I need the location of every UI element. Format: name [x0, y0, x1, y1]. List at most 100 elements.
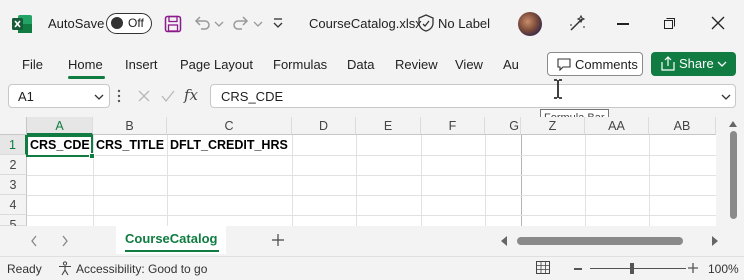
share-label: Share — [679, 56, 714, 71]
ibeam-cursor-icon — [554, 79, 562, 99]
customize-icon[interactable] — [272, 15, 284, 31]
accessibility-icon[interactable] — [58, 261, 72, 276]
gridline — [27, 155, 717, 156]
row-header-1[interactable]: 1 — [0, 135, 27, 155]
undo-dropdown-icon[interactable] — [214, 14, 224, 32]
active-tab-indicator — [68, 76, 105, 79]
column-header-z[interactable]: Z — [521, 117, 585, 135]
close-icon[interactable] — [711, 16, 725, 30]
comments-button[interactable]: Comments — [547, 52, 643, 76]
zoom-slider[interactable] — [590, 268, 686, 269]
column-header-g[interactable]: G — [485, 117, 521, 135]
row-header-2[interactable]: 2 — [0, 155, 27, 175]
scroll-right-icon[interactable] — [711, 235, 719, 247]
column-header-aa[interactable]: AA — [585, 117, 649, 135]
column-header-c[interactable]: C — [167, 117, 292, 135]
avatar[interactable] — [518, 12, 542, 36]
tab-formulas[interactable]: Formulas — [273, 57, 327, 72]
formula-input[interactable]: CRS_CDE — [210, 84, 736, 108]
zoom-level[interactable]: 100% — [708, 262, 739, 276]
autosave-label: AutoSave — [48, 16, 105, 31]
row-header-4[interactable]: 4 — [0, 195, 27, 215]
active-cell-outline — [26, 135, 93, 157]
expand-formula-icon[interactable] — [721, 91, 731, 103]
vertical-scroll-thumb[interactable] — [730, 131, 737, 219]
tab-view[interactable]: View — [455, 57, 483, 72]
tab-review[interactable]: Review — [395, 57, 438, 72]
formula-value: CRS_CDE — [221, 89, 284, 104]
sheet-tab-bar: CourseCatalog — [0, 226, 744, 256]
row-header-3[interactable]: 3 — [0, 175, 27, 195]
comment-icon — [557, 58, 571, 71]
worksheet-grid: A B C D E F G Z AA AB 1 2 3 4 5 CRS_CDE … — [0, 117, 744, 232]
shield-icon[interactable] — [418, 14, 434, 32]
maximize-icon[interactable] — [664, 18, 675, 29]
cell-c1[interactable]: DFLT_CREDIT_HRS — [167, 136, 292, 155]
save-icon[interactable] — [164, 15, 182, 33]
tab-file[interactable]: File — [22, 57, 43, 72]
column-header-ab[interactable]: AB — [649, 117, 716, 135]
status-bar: Ready Accessibility: Good to go 100% — [0, 256, 744, 280]
comments-label: Comments — [575, 57, 638, 72]
document-title[interactable]: CourseCatalog.xlsx — [309, 16, 422, 31]
name-box[interactable]: A1 — [8, 84, 110, 108]
name-box-value: A1 — [18, 89, 34, 104]
copilot-icon[interactable] — [566, 13, 588, 35]
scroll-left-icon[interactable] — [500, 235, 508, 247]
horizontal-scroll-thumb[interactable] — [517, 237, 683, 245]
chevron-left-icon[interactable] — [30, 235, 38, 247]
cancel-icon[interactable] — [137, 89, 151, 103]
insert-function-icon[interactable]: fx — [184, 86, 198, 104]
redo-dropdown-icon[interactable] — [253, 14, 263, 32]
gridline — [27, 175, 717, 176]
column-header-a[interactable]: A — [27, 117, 93, 135]
tab-home[interactable]: Home — [68, 57, 103, 72]
active-sheet-indicator — [125, 250, 219, 252]
tab-insert[interactable]: Insert — [125, 57, 158, 72]
gridline — [27, 215, 717, 216]
chevron-down-icon[interactable] — [94, 91, 104, 103]
tab-page-layout[interactable]: Page Layout — [180, 57, 253, 72]
sheet-tab-label: CourseCatalog — [125, 231, 218, 246]
gridline — [585, 135, 586, 226]
select-all-corner[interactable] — [0, 117, 27, 135]
minimize-icon[interactable] — [617, 23, 629, 25]
vertical-scrollbar[interactable] — [716, 117, 744, 226]
zoom-out-icon[interactable] — [574, 268, 582, 270]
tab-data[interactable]: Data — [347, 57, 374, 72]
normal-view-icon[interactable] — [536, 261, 550, 274]
redo-icon[interactable] — [232, 14, 250, 32]
share-button[interactable]: Share — [651, 52, 736, 76]
column-header-b[interactable]: B — [93, 117, 167, 135]
share-icon — [661, 56, 675, 71]
excel-logo-icon — [12, 15, 32, 33]
frozen-split-line — [521, 135, 522, 226]
more-options-icon[interactable] — [116, 88, 122, 104]
autosave-state: Off — [128, 16, 144, 30]
accessibility-status[interactable]: Accessibility: Good to go — [76, 262, 207, 276]
sensitivity-label[interactable]: No Label — [438, 16, 490, 31]
title-bar: AutoSave Off CourseCatalog.xlsx No Label — [0, 0, 744, 48]
autosave-toggle[interactable]: Off — [106, 13, 152, 34]
gridline — [485, 135, 486, 226]
enter-icon[interactable] — [161, 89, 175, 103]
zoom-slider-thumb[interactable] — [630, 263, 634, 274]
toggle-knob — [111, 17, 123, 29]
gridline — [27, 195, 717, 196]
column-header-f[interactable]: F — [421, 117, 485, 135]
add-sheet-icon[interactable] — [271, 233, 285, 247]
gridline — [421, 135, 422, 226]
zoom-in-icon[interactable] — [688, 263, 698, 273]
chevron-right-icon[interactable] — [61, 235, 69, 247]
undo-icon[interactable] — [193, 14, 211, 32]
fill-handle[interactable] — [89, 153, 95, 159]
tab-automate[interactable]: Au — [503, 57, 519, 72]
scroll-up-icon[interactable] — [728, 120, 738, 128]
gridline — [356, 135, 357, 226]
cell-b1[interactable]: CRS_TITLE — [93, 136, 167, 155]
column-header-d[interactable]: D — [292, 117, 356, 135]
row-header-5[interactable]: 5 — [0, 215, 27, 232]
chevron-down-icon[interactable] — [717, 58, 727, 70]
column-header-e[interactable]: E — [356, 117, 421, 135]
sheet-tab-coursecatalog[interactable]: CourseCatalog — [116, 226, 226, 254]
